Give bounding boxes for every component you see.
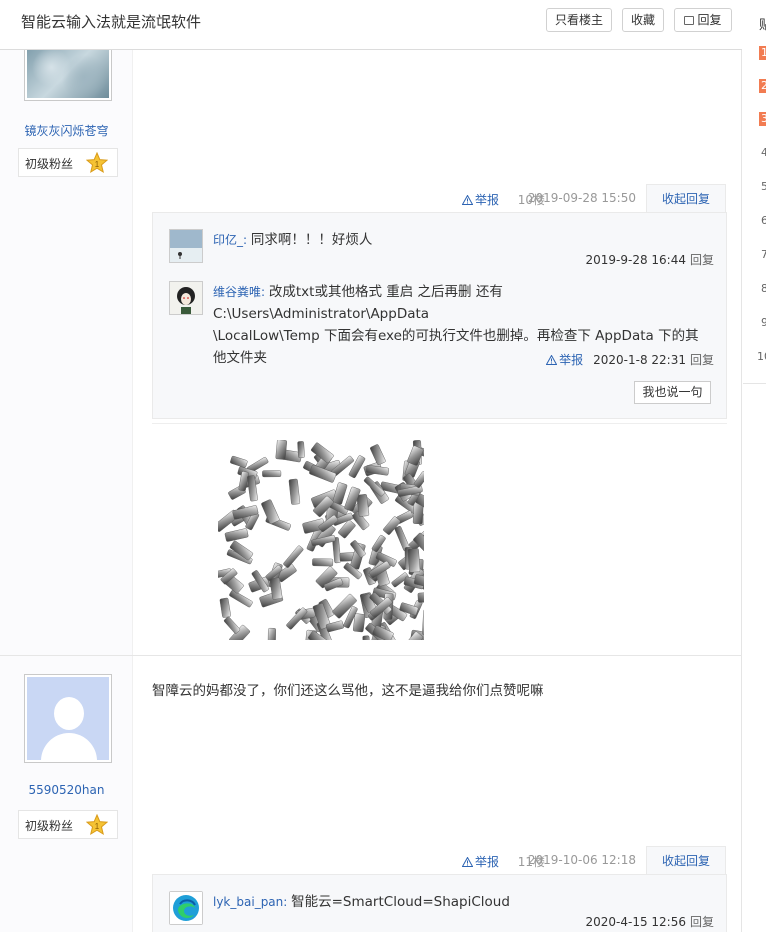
rank-number: 7 (761, 248, 766, 261)
post-content: 智障云的妈都没了，你们还这么骂他，这不是逼我给你们点赞呢嘛 (152, 683, 544, 699)
rank-number: 9 (761, 316, 766, 329)
metal-piece (230, 455, 248, 468)
comment-date: 2019-9-28 16:44 (585, 253, 686, 267)
metal-piece (229, 590, 253, 608)
metal-piece (407, 548, 421, 573)
report-link[interactable]: 举报 (461, 191, 499, 208)
metal-piece (261, 499, 280, 525)
post-date: 2019-09-28 15:50 (527, 191, 636, 205)
author-name-link[interactable]: 镜灰灰闪烁苍穹 (0, 122, 133, 139)
commenter-avatar[interactable] (169, 891, 203, 925)
divider (152, 423, 727, 424)
metal-piece (312, 558, 334, 567)
star-level-icon: 1 (86, 152, 108, 174)
thread-main: 镜灰灰闪烁苍穹 初级粉丝 1 举报 10楼 2019-09-28 15:50 收… (0, 44, 742, 932)
svg-text:1: 1 (95, 822, 100, 831)
comment-reply-link[interactable]: 回复 (690, 253, 714, 267)
star-level-icon: 1 (86, 814, 108, 836)
rank-number: 3 (759, 112, 766, 126)
post-divider (0, 655, 742, 656)
metal-piece (297, 441, 305, 459)
warning-icon (461, 857, 473, 867)
rank-number: 4 (761, 146, 766, 159)
commenter-avatar[interactable] (169, 281, 203, 315)
author-column (0, 50, 133, 932)
comment-item: 印亿_: 同求啊！！！好烦人 2019-9-28 16:44 回复 (169, 229, 714, 279)
comment-panel: lyk_bai_pan: 智能云=SmartCloud=ShapiCloud 2… (152, 874, 727, 932)
comment-date: 2020-1-8 22:31 (593, 353, 686, 367)
metal-piece (219, 597, 231, 618)
post-image[interactable] (218, 440, 424, 640)
metal-piece (283, 545, 304, 568)
add-comment-button[interactable]: 我也说一句 (634, 381, 711, 404)
favorite-button[interactable]: 收藏 (622, 8, 664, 32)
metal-piece (370, 444, 386, 466)
comment-reply-link[interactable]: 回复 (690, 353, 714, 367)
post-date: 2019-10-06 12:18 (527, 853, 636, 867)
metal-piece (288, 478, 301, 505)
collapse-replies-button[interactable]: 收起回复 (646, 846, 726, 874)
svg-text:1: 1 (95, 160, 100, 169)
metal-piece (267, 627, 276, 640)
rank-number: 2 (759, 79, 766, 93)
rank-number: 1 (759, 46, 766, 60)
commenter-name-link[interactable]: lyk_bai_pan (213, 895, 283, 909)
report-link[interactable]: 举报 (461, 853, 499, 870)
commenter-avatar[interactable] (169, 229, 203, 263)
comment-report-link[interactable]: 举报 (545, 353, 583, 367)
fan-level-label: 初级粉丝 (25, 819, 74, 833)
metal-piece (262, 470, 282, 478)
metal-piece (275, 440, 288, 460)
reply-button-label: 回复 (697, 13, 722, 27)
avatar[interactable] (24, 44, 112, 101)
hot-threads-panel: 贴 1 2 3 4 5 6 7 8 9 10 (743, 0, 766, 932)
thread-header: 智能云输入法就是流氓软件 只看楼主 收藏 回复 (0, 0, 742, 50)
rank-number: 8 (761, 282, 766, 295)
metal-piece (224, 528, 249, 542)
fan-level-badge[interactable]: 初级粉丝 1 (18, 810, 118, 839)
reply-icon (684, 16, 695, 25)
thread-title: 智能云输入法就是流氓软件 (21, 13, 202, 31)
comment-text: 同求啊！！！好烦人 (250, 232, 373, 248)
metal-piece (371, 534, 386, 553)
comment-date: 2020-4-15 12:56 (585, 915, 686, 929)
panel-divider (743, 383, 766, 384)
rank-number: 5 (761, 180, 766, 193)
warning-icon (545, 354, 558, 365)
author-name-link[interactable]: 5590520han (0, 783, 133, 797)
metal-piece (417, 592, 424, 603)
avatar[interactable] (24, 674, 112, 763)
warning-icon (461, 195, 473, 205)
reply-button[interactable]: 回复 (674, 8, 732, 32)
metal-piece (362, 635, 371, 640)
comment-item: 维谷粪唯: 改成txt或其他格式 重启 之后再删 还有C:\Users\Admi… (169, 281, 714, 377)
comment-panel: 印亿_: 同求啊！！！好烦人 2019-9-28 16:44 回复 维谷粪唯: 改… (152, 212, 727, 419)
metal-piece (422, 609, 424, 636)
comment-reply-link[interactable]: 回复 (690, 915, 714, 929)
commenter-name-link[interactable]: 印亿_ (213, 233, 243, 247)
fan-level-badge[interactable]: 初级粉丝 1 (18, 148, 118, 177)
commenter-name-link[interactable]: 维谷粪唯 (213, 285, 261, 299)
fan-level-label: 初级粉丝 (25, 157, 74, 171)
comment-text: 智能云=SmartCloud=ShapiCloud (291, 894, 510, 910)
rank-number: 6 (761, 214, 766, 227)
post-tail-bar: 举报 11楼 2019-10-06 12:18 收起回复 (141, 846, 741, 874)
post-tail-bar: 举报 10楼 2019-09-28 15:50 收起回复 (141, 184, 741, 212)
rank-number: 10 (757, 350, 766, 363)
comment-item: lyk_bai_pan: 智能云=SmartCloud=ShapiCloud 2… (169, 891, 714, 932)
panel-title: 贴 (759, 18, 766, 33)
metal-piece (223, 616, 241, 634)
only-op-button[interactable]: 只看楼主 (546, 8, 612, 32)
metal-piece (352, 613, 366, 633)
collapse-replies-button[interactable]: 收起回复 (646, 184, 726, 212)
comment-text: \LocalLow\Temp 下面会有exe的可执行文件也删掉。再检查下 App… (213, 328, 699, 344)
